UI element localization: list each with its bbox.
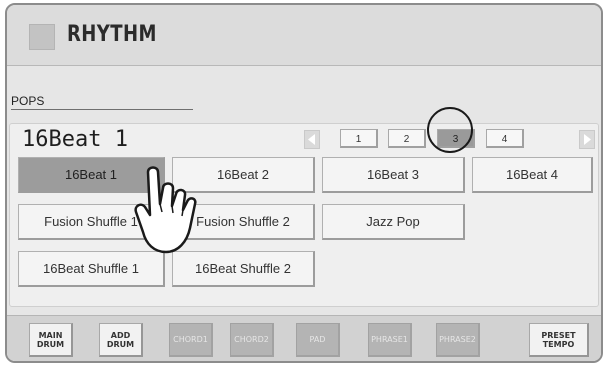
rhythm-panel: 16Beat 1 1 2 3 4 16Beat 1 16Beat 2 16Bea… <box>9 123 599 307</box>
chord1-button[interactable]: CHORD1 <box>169 323 213 357</box>
bottom-button-bar: MAIN DRUM ADD DRUM CHORD1 CHORD2 PAD PHR… <box>7 315 601 361</box>
rhythm-button-16beat-4[interactable]: 16Beat 4 <box>472 157 593 193</box>
page-prev-button[interactable] <box>304 130 320 149</box>
page-next-button[interactable] <box>579 130 595 149</box>
category-label: POPS <box>11 94 45 108</box>
phrase1-button[interactable]: PHRASE1 <box>368 323 412 357</box>
page-1-button[interactable]: 1 <box>340 129 378 148</box>
page-2-button[interactable]: 2 <box>388 129 426 148</box>
page-title: RHYTHM <box>67 22 157 47</box>
rhythm-screen: RHYTHM POPS 16Beat 1 1 2 3 4 16Beat 1 16… <box>5 3 603 363</box>
main-content: POPS 16Beat 1 1 2 3 4 16Beat 1 16Beat 2 … <box>7 66 601 361</box>
chord2-button[interactable]: CHORD2 <box>230 323 274 357</box>
highlight-circle <box>427 107 473 153</box>
main-drum-button[interactable]: MAIN DRUM <box>29 323 73 357</box>
rhythm-button-jazz-pop[interactable]: Jazz Pop <box>322 204 465 240</box>
page-4-button[interactable]: 4 <box>486 129 524 148</box>
arrow-left-icon <box>308 134 315 145</box>
pad-button[interactable]: PAD <box>296 323 340 357</box>
selected-rhythm-name: 16Beat 1 <box>22 127 128 152</box>
pointing-hand-icon <box>134 166 197 254</box>
preset-tempo-button[interactable]: PRESET TEMPO <box>529 323 589 357</box>
category-underline <box>11 109 193 110</box>
header-bar: RHYTHM <box>7 5 601 66</box>
phrase2-button[interactable]: PHRASE2 <box>436 323 480 357</box>
arrow-right-icon <box>584 134 591 145</box>
rhythm-button-16beat-3[interactable]: 16Beat 3 <box>322 157 465 193</box>
add-drum-button[interactable]: ADD DRUM <box>99 323 143 357</box>
rhythm-square-icon <box>29 24 55 50</box>
